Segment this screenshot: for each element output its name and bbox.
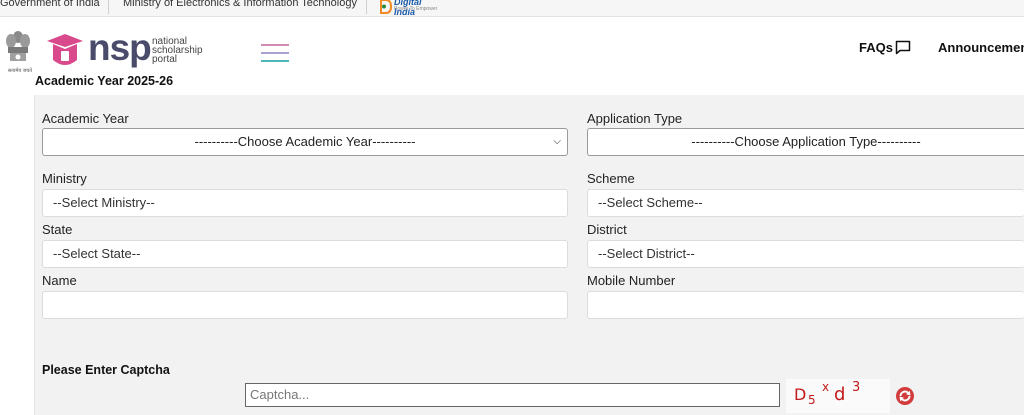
faqs-link[interactable]: FAQs	[859, 40, 911, 55]
digital-india-icon	[380, 0, 392, 14]
captcha-char: D	[794, 385, 807, 404]
captcha-input[interactable]: Captcha...	[245, 383, 780, 407]
academic-year-field-label: Academic Year	[42, 111, 129, 126]
mobile-number-input[interactable]	[587, 291, 1024, 319]
district-field-label: District	[587, 222, 627, 237]
refresh-captcha-icon[interactable]	[895, 386, 915, 406]
mobile-field-label: Mobile Number	[587, 273, 676, 288]
chat-bubble-icon	[895, 40, 911, 55]
national-emblem-icon	[6, 31, 30, 61]
application-type-select[interactable]: ----------Choose Application Type-------…	[587, 128, 1024, 156]
ministry-field-label: Ministry	[42, 171, 87, 186]
captcha-char: x	[822, 380, 830, 394]
gov-top-bar: Government of India Ministry of Electron…	[0, 0, 1024, 17]
logo-sub-line: portal	[152, 54, 178, 65]
captcha-title: Please Enter Captcha	[42, 363, 170, 377]
captcha-char: 5	[808, 393, 816, 407]
name-input[interactable]	[42, 291, 568, 319]
emblem-caption: सत्यमेव जयते	[7, 68, 33, 74]
faqs-label: FAQs	[859, 40, 893, 55]
state-select[interactable]: --Select State--	[42, 240, 568, 268]
site-header: सत्यमेव जयते nsp national scholarship po…	[0, 17, 1024, 95]
scheme-field-label: Scheme	[587, 171, 635, 186]
captcha-char: d	[834, 384, 846, 405]
left-gutter	[0, 95, 34, 415]
digital-india-logo[interactable]: Digital India Power To Empower	[378, 0, 440, 17]
meity-link[interactable]: Ministry of Electronics & Information Te…	[123, 0, 357, 9]
academic-year-select-value: ----------Choose Academic Year----------	[194, 134, 416, 149]
application-type-select-value: ----------Choose Application Type-------…	[691, 134, 921, 149]
nsp-wordmark: nsp	[88, 27, 152, 68]
divider	[108, 0, 109, 14]
digital-india-tagline: Power To Empower	[394, 6, 438, 12]
nsp-subtitle: national scholarship portal	[152, 37, 203, 65]
academic-year-select[interactable]: ----------Choose Academic Year----------…	[42, 128, 568, 156]
district-select[interactable]: --Select District--	[587, 240, 1024, 268]
captcha-image: D 5 x d 3	[786, 379, 890, 413]
name-field-label: Name	[42, 273, 77, 288]
hamburger-menu-icon[interactable]	[261, 44, 289, 70]
chevron-down-icon: ⌵	[553, 136, 561, 147]
captcha-char: 3	[852, 380, 861, 395]
scheme-select[interactable]: --Select Scheme--	[587, 189, 1024, 217]
state-field-label: State	[42, 222, 73, 237]
nsp-logo-icon[interactable]	[45, 32, 85, 72]
application-type-field-label: Application Type	[587, 111, 683, 126]
announcements-link[interactable]: Announcements	[938, 40, 1024, 55]
ministry-select[interactable]: --Select Ministry--	[42, 189, 568, 217]
gov-of-india-link[interactable]: Government of India	[0, 0, 100, 9]
academic-year-label: Academic Year 2025-26	[35, 74, 174, 88]
divider	[366, 0, 367, 14]
